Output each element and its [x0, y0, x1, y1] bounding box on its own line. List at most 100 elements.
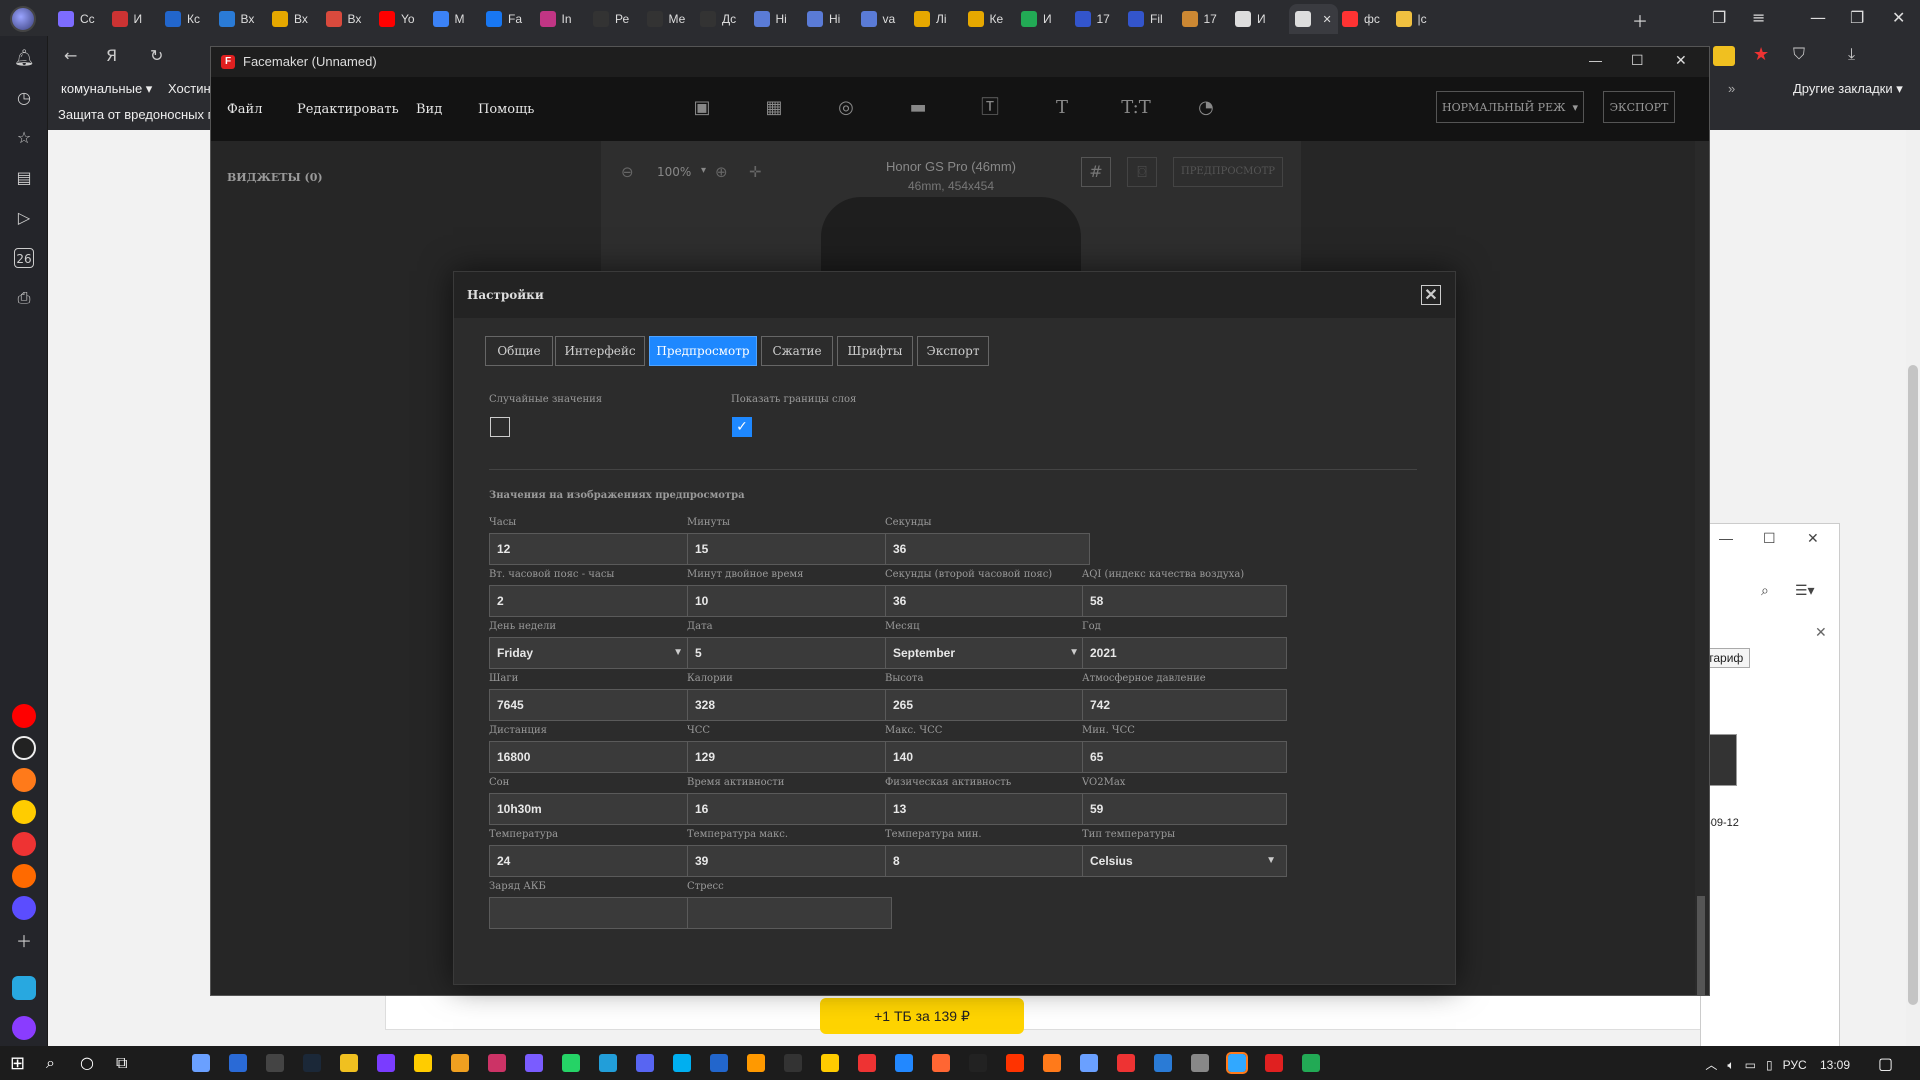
grid-icon[interactable]: # [1081, 157, 1111, 187]
zoom-level[interactable]: 100% [657, 165, 691, 179]
taskbar-app-icon[interactable] [969, 1054, 987, 1072]
browser-tab[interactable]: Дс [700, 6, 736, 32]
cloud-app-icon[interactable] [12, 976, 36, 1000]
yandex-icon[interactable]: Я [106, 46, 117, 65]
taskbar-app-icon[interactable] [1226, 1052, 1248, 1074]
alice-app-icon[interactable] [12, 1016, 36, 1040]
new-tab-icon[interactable]: ＋ [1632, 8, 1648, 32]
tray-chevron-icon[interactable]: ︿ [1705, 1058, 1717, 1072]
notifications-icon[interactable]: ▢ [1878, 1054, 1893, 1073]
date-input[interactable]: 5 [687, 637, 892, 669]
aqi-input[interactable]: 58 [1082, 585, 1287, 617]
pressure-input[interactable]: 742 [1082, 689, 1287, 721]
tab-compression[interactable]: Сжатие [761, 336, 833, 366]
clock[interactable]: 13:09 [1820, 1058, 1850, 1072]
taskbar-app-icon[interactable] [895, 1054, 913, 1072]
taskbar-app-icon[interactable] [192, 1054, 210, 1072]
browser-tab[interactable]: Кс [165, 6, 200, 32]
zoom-dropdown-icon[interactable]: ▾ [701, 165, 706, 176]
calendar-icon[interactable]: 26 [14, 248, 34, 268]
tab-export[interactable]: Экспорт [917, 336, 989, 366]
move-icon[interactable]: ✛ [749, 163, 762, 181]
clock-app-icon[interactable] [12, 736, 36, 760]
taskbar-app-icon[interactable] [784, 1054, 802, 1072]
vo2max-input[interactable]: 59 [1082, 793, 1287, 825]
menu-view[interactable]: Вид [416, 102, 442, 117]
reload-icon[interactable]: ↻ [150, 46, 163, 65]
close-icon[interactable]: ✕ [1892, 8, 1905, 27]
film-app-icon[interactable] [12, 768, 36, 792]
bg-dismiss-icon[interactable]: ✕ [1815, 624, 1827, 641]
bookmark-folder[interactable]: комунальные ▾ [61, 81, 152, 97]
promo-button[interactable]: +1 ТБ за 139 ₽ [820, 998, 1024, 1034]
month-select[interactable]: September ▼ [885, 637, 1090, 669]
steps-input[interactable]: 7645 [489, 689, 694, 721]
preview-button[interactable]: ПРЕДПРОСМОТР [1173, 157, 1283, 187]
tab-preview[interactable]: Предпросмотр [649, 336, 757, 366]
language-indicator[interactable]: РУС [1783, 1058, 1807, 1072]
zen-app-icon[interactable] [12, 800, 36, 824]
workspace-scrollbar-thumb[interactable] [1697, 896, 1705, 996]
cortana-icon[interactable]: ○ [80, 1053, 94, 1072]
browser-profile-avatar[interactable] [10, 6, 36, 32]
taskbar-app-icon[interactable] [1302, 1054, 1320, 1072]
youtube-app-icon[interactable] [12, 704, 36, 728]
browser-tab[interactable]: Fil [1128, 6, 1163, 32]
browser-tab[interactable]: Лі [914, 6, 947, 32]
tab-general[interactable]: Общие [485, 336, 553, 366]
other-bookmarks[interactable]: Другие закладки ▾ [1793, 81, 1903, 97]
show-layer-bounds-checkbox[interactable]: ✓ [732, 417, 752, 437]
zoom-out-icon[interactable]: ⊖ [621, 163, 634, 181]
sleep-input[interactable]: 10h30m [489, 793, 694, 825]
extension-icon[interactable] [1713, 46, 1735, 66]
browser-tab[interactable]: Ні [807, 6, 840, 32]
tab-close-icon[interactable]: ✕ [1323, 13, 1332, 26]
play-icon[interactable]: ▷ [14, 208, 34, 228]
taskbar-app-icon[interactable] [821, 1054, 839, 1072]
browser-tab[interactable]: фс [1342, 6, 1380, 32]
temp-min-input[interactable]: 8 [885, 845, 1090, 877]
tabs-icon[interactable]: ▤ [14, 168, 34, 188]
browser-tab[interactable]: Cc [58, 6, 95, 32]
screenshot-icon[interactable]: ⎙ [14, 288, 34, 308]
fm-maximize-icon[interactable]: ☐ [1631, 52, 1644, 69]
menu-help[interactable]: Помощь [478, 102, 534, 117]
text-tool-icon[interactable]: T [1051, 97, 1073, 119]
search-icon[interactable]: ⌕ [46, 1053, 55, 1073]
time-text-tool-icon[interactable]: T:T [1121, 97, 1151, 119]
history-icon[interactable]: ◷ [14, 88, 34, 108]
seconds-input[interactable]: 36 [885, 533, 1090, 565]
taskbar-app-icon[interactable] [451, 1054, 469, 1072]
distance-input[interactable]: 16800 [489, 741, 694, 773]
messenger-app-icon[interactable] [12, 896, 36, 920]
taskbar-app-icon[interactable] [1080, 1054, 1098, 1072]
tz2-hours-input[interactable]: 2 [489, 585, 694, 617]
physical-activity-input[interactable]: 13 [885, 793, 1090, 825]
browser-tab[interactable]: ✕ [1288, 4, 1338, 34]
fm-minimize-icon[interactable]: — [1589, 53, 1602, 68]
text-box-tool-icon[interactable]: 🅃︎ [979, 97, 1001, 119]
browser-tab[interactable]: |с [1395, 6, 1427, 32]
mode-select[interactable]: НОРМАЛЬНЫЙ РЕЖ ▾ [1436, 91, 1584, 123]
active-time-input[interactable]: 16 [687, 793, 892, 825]
tab-interface[interactable]: Интерфейс [555, 336, 645, 366]
browser-tab[interactable]: Ке [967, 6, 1003, 32]
min-hr-input[interactable]: 65 [1082, 741, 1287, 773]
analog-clock-tool-icon[interactable]: ◔ [1195, 97, 1217, 119]
taskbar-app-icon[interactable] [414, 1054, 432, 1072]
bookmarks-overflow-icon[interactable]: » [1728, 81, 1735, 96]
bg-close-icon[interactable]: ✕ [1807, 530, 1819, 547]
browser-tab[interactable]: 17 [1181, 6, 1217, 32]
network-icon[interactable]: ▭ [1745, 1058, 1756, 1072]
bookmark-panel-icon[interactable]: ❐ [1712, 8, 1726, 27]
browser-tab[interactable]: М [432, 6, 465, 32]
battery-icon[interactable]: ▯ [1766, 1058, 1773, 1072]
taskbar-app-icon[interactable] [858, 1054, 876, 1072]
maps-app-icon[interactable] [12, 832, 36, 856]
minimize-icon[interactable]: — [1810, 8, 1826, 27]
bell-icon[interactable]: 🔔︎ [14, 48, 34, 68]
browser-tab[interactable]: Ні [753, 6, 787, 32]
tz2-seconds-input[interactable]: 36 [885, 585, 1090, 617]
year-input[interactable]: 2021 [1082, 637, 1287, 669]
image-list-tool-icon[interactable]: ▦ [763, 97, 785, 119]
